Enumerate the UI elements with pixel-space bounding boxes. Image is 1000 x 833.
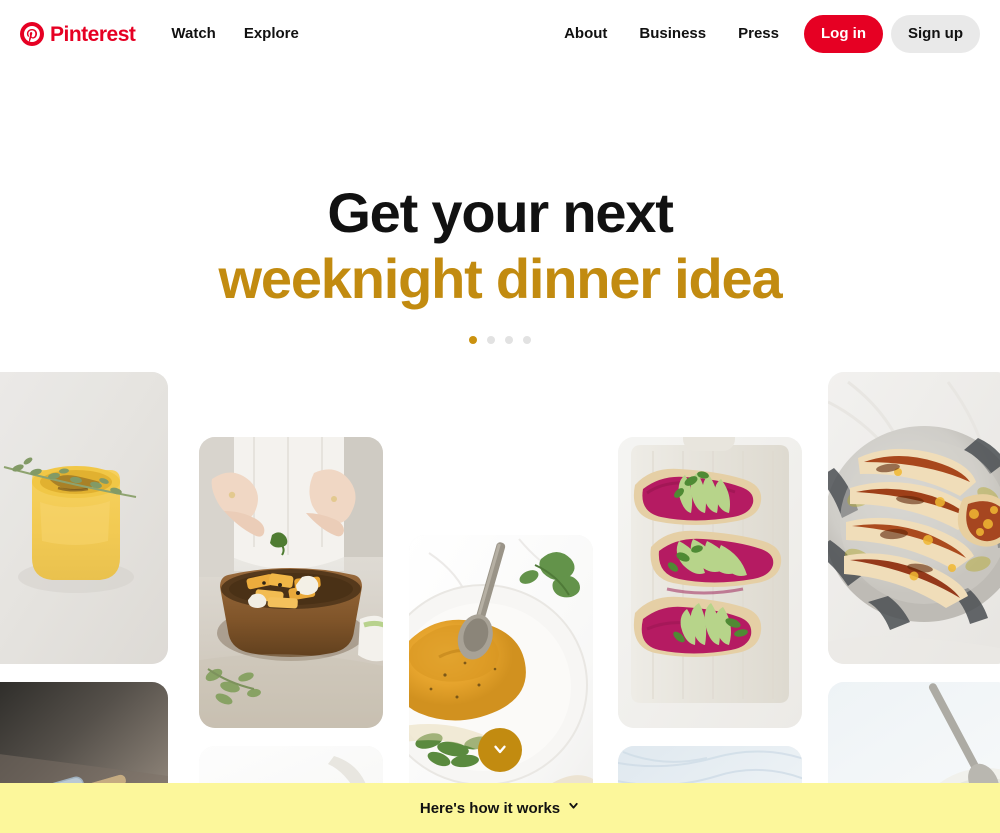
carousel-dot-2[interactable] xyxy=(487,336,495,345)
carousel-dot-3[interactable] xyxy=(505,336,513,345)
signup-button[interactable]: Sign up xyxy=(891,14,980,54)
nav-link-business[interactable]: Business xyxy=(624,17,721,51)
secondary-nav: About Business Press Log in Sign up xyxy=(549,14,980,54)
site-header: Pinterest Watch Explore About Business P… xyxy=(0,0,1000,68)
nav-link-explore[interactable]: Explore xyxy=(230,17,313,51)
login-button[interactable]: Log in xyxy=(804,14,883,54)
pin-image-beet-toasts xyxy=(618,437,802,728)
pin-card[interactable] xyxy=(0,372,168,664)
pin-image-spiced-chicken xyxy=(828,372,1000,664)
pinterest-logo-icon xyxy=(20,22,44,46)
chevron-down-icon xyxy=(567,799,580,817)
grid-column-5 xyxy=(828,372,1000,833)
masonry-image-grid xyxy=(0,0,1000,833)
how-it-works-banner[interactable]: Here's how it works xyxy=(0,783,1000,833)
carousel-dot-4[interactable] xyxy=(523,336,531,345)
primary-nav: Watch Explore xyxy=(157,17,312,51)
nav-link-press[interactable]: Press xyxy=(723,17,794,51)
pinterest-logo-link[interactable]: Pinterest xyxy=(20,22,136,46)
carousel-dot-1[interactable] xyxy=(469,336,477,345)
grid-column-4 xyxy=(618,437,802,833)
pinterest-homepage: Get your next weeknight dinner idea Pint… xyxy=(0,0,1000,833)
pin-card[interactable] xyxy=(618,437,802,728)
how-it-works-label: Here's how it works xyxy=(419,799,561,817)
carousel-dots xyxy=(0,336,1000,345)
grid-column-2 xyxy=(199,437,383,833)
pin-image-cocktail xyxy=(0,372,168,664)
nav-link-about[interactable]: About xyxy=(549,17,622,51)
pin-card[interactable] xyxy=(828,372,1000,664)
pin-image-squash-bowl xyxy=(199,437,383,728)
nav-link-watch[interactable]: Watch xyxy=(157,17,229,51)
chevron-down-icon xyxy=(491,740,509,761)
pin-card[interactable] xyxy=(199,437,383,728)
pinterest-wordmark: Pinterest xyxy=(50,22,136,46)
grid-column-1 xyxy=(0,372,168,833)
scroll-down-button[interactable] xyxy=(478,728,522,772)
